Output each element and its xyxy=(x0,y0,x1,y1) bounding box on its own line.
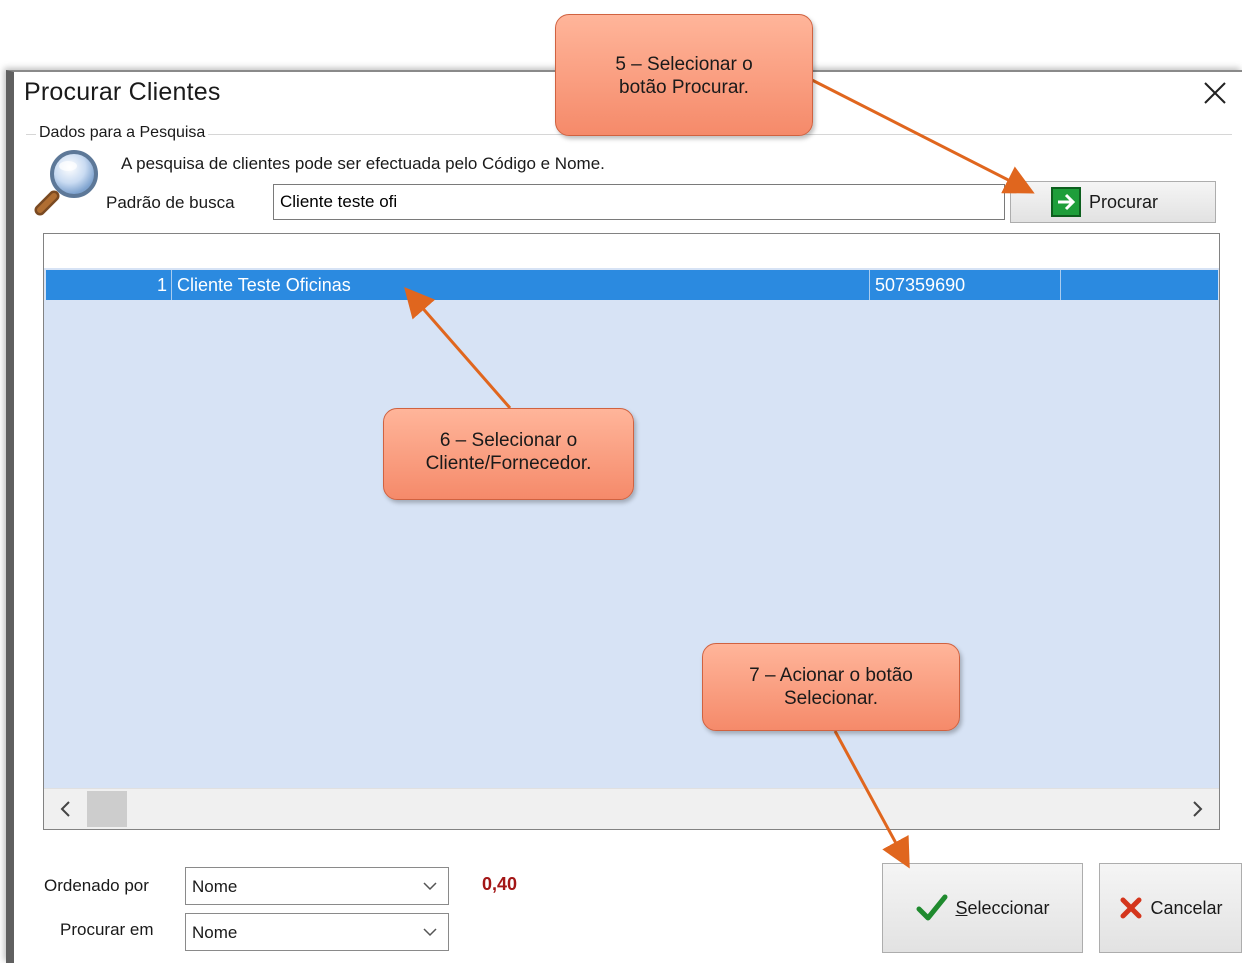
magnifier-icon xyxy=(34,150,98,216)
dialog-title: Procurar Clientes xyxy=(24,78,221,106)
chevron-right-icon[interactable] xyxy=(1183,797,1213,821)
table-row[interactable]: 1 Cliente Teste Oficinas 507359690 xyxy=(46,270,1218,300)
select-button[interactable]: Seleccionar xyxy=(882,863,1083,953)
search-button-label: Procurar xyxy=(1089,191,1159,212)
step7-line2: Selecionar. xyxy=(783,688,878,709)
step6-callout: 6 – Selecionar o Cliente/Fornecedor. xyxy=(383,408,634,500)
step7-callout: 7 – Acionar o botão Selecionar. xyxy=(702,643,960,731)
grid-header xyxy=(44,234,1219,268)
order-by-label: Ordenado por xyxy=(44,876,149,895)
step6-line1: 6 – Selecionar o xyxy=(439,430,578,451)
order-by-value: Nome xyxy=(192,877,238,896)
cancel-button[interactable]: Cancelar xyxy=(1099,863,1242,953)
step7-line1: 7 – Acionar o botão xyxy=(749,665,913,686)
chevron-down-icon xyxy=(423,928,437,937)
row-number: 1 xyxy=(46,270,172,300)
client-nif: 507359690 xyxy=(871,270,1061,300)
group-label: Dados para a Pesquisa xyxy=(36,124,209,142)
search-info-text: A pesquisa de clientes pode ser efectuad… xyxy=(121,154,605,173)
checkmark-icon xyxy=(916,894,948,921)
results-grid: 1 Cliente Teste Oficinas 507359690 xyxy=(43,233,1220,830)
select-button-label: Seleccionar xyxy=(955,897,1050,918)
search-in-value: Nome xyxy=(192,923,238,942)
search-in-label: Procurar em xyxy=(60,920,154,939)
client-name: Cliente Teste Oficinas xyxy=(173,270,870,300)
cancel-button-label: Cancelar xyxy=(1150,897,1223,918)
arrow-right-icon xyxy=(1051,187,1081,217)
close-icon[interactable] xyxy=(1200,78,1230,108)
horizontal-scrollbar[interactable] xyxy=(44,788,1219,829)
scrollbar-thumb[interactable] xyxy=(87,791,127,827)
step5-callout: 5 – Selecionar o botão Procurar. xyxy=(555,14,813,136)
step5-line1: 5 – Selecionar o xyxy=(615,54,753,75)
close-x-icon xyxy=(1120,897,1142,919)
search-button[interactable]: Procurar xyxy=(1010,181,1216,223)
chevron-left-icon[interactable] xyxy=(50,797,80,821)
chevron-down-icon xyxy=(423,882,437,891)
step5-line2: botão Procurar. xyxy=(619,77,749,98)
order-by-select[interactable]: Nome xyxy=(185,867,449,905)
search-pattern-input[interactable] xyxy=(273,184,1005,220)
pattern-label: Padrão de busca xyxy=(106,193,235,212)
elapsed-time: 0,40 xyxy=(482,874,518,894)
step6-line2: Cliente/Fornecedor. xyxy=(425,453,592,474)
search-in-select[interactable]: Nome xyxy=(185,913,449,951)
